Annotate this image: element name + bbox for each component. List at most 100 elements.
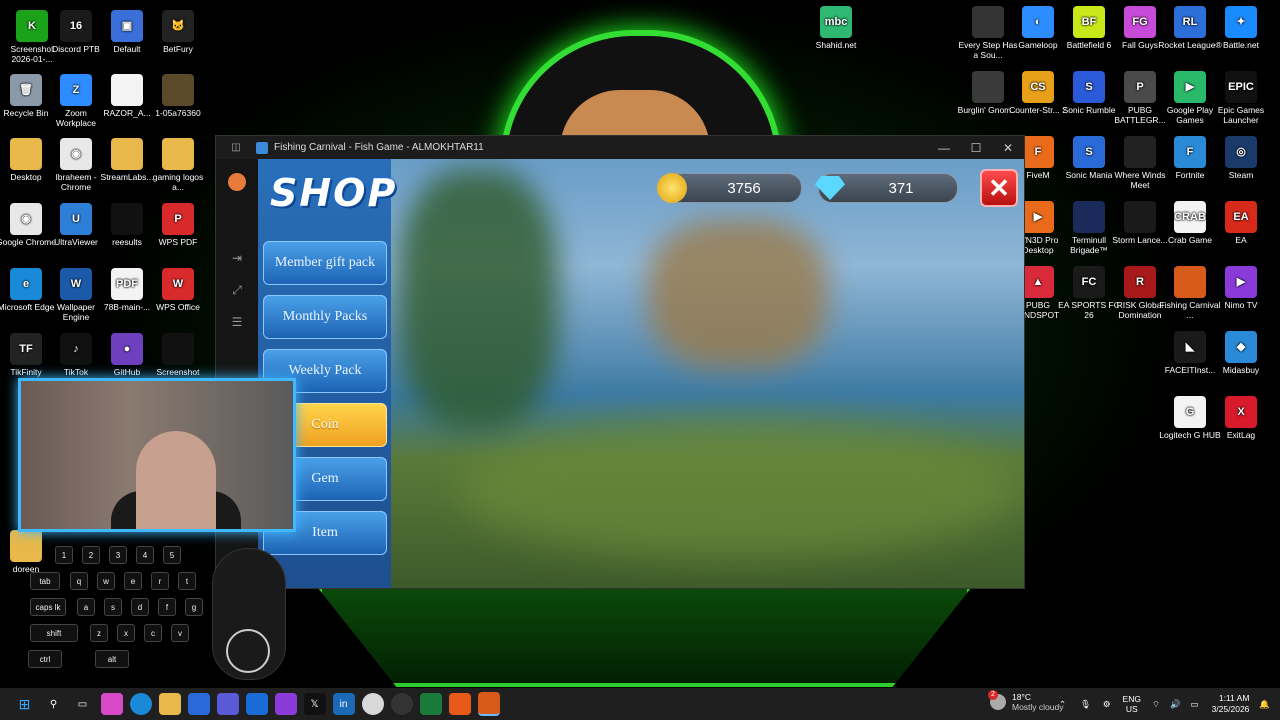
shortcut-label: Battle.net [1223, 40, 1259, 50]
app-shortcut-icon [10, 138, 42, 170]
task-view-icon[interactable]: ▭ [72, 693, 94, 715]
app-shortcut-icon: R [1124, 266, 1156, 298]
edge-icon[interactable] [129, 693, 152, 715]
app-shortcut-icon: G [1174, 396, 1206, 428]
chevron-up-icon[interactable]: ⌃ [1059, 699, 1066, 710]
store-icon[interactable] [187, 693, 210, 715]
left-icon-15[interactable]: P WPS PDF [146, 203, 210, 247]
close-button[interactable]: ✕ [992, 141, 1024, 155]
background-tree [398, 169, 558, 429]
start-icon[interactable]: ⊞ [14, 693, 36, 715]
game-viewport[interactable]: SHOP Member gift pack Monthly Packs Weekly… [258, 159, 1024, 588]
shop-close-button[interactable]: ✕ [980, 169, 1018, 207]
search-icon[interactable]: ⚲ [43, 693, 65, 715]
shop-tab-monthly-packs[interactable]: Monthly Packs [263, 295, 387, 339]
app-shortcut-icon: e [10, 268, 42, 300]
chrome-icon[interactable] [361, 693, 384, 715]
outlook-icon[interactable] [245, 693, 268, 715]
brave-icon[interactable] [448, 693, 471, 715]
mic-icon[interactable]: 🎙 [1080, 699, 1091, 710]
shortcut-label: WPS PDF [158, 237, 198, 247]
left-icon-23[interactable]: Screenshot [146, 333, 210, 377]
linkedin-icon[interactable]: in [332, 693, 355, 715]
app-shortcut-icon [162, 74, 194, 106]
key-d: d [131, 598, 149, 616]
right-icon-22[interactable]: EA EA [1209, 201, 1273, 245]
app-shortcut-icon: BF [1073, 6, 1105, 38]
system-tray: ⌃ 🎙 ⚙ ENG US ⌔ 🔊 ▭ 1:11 AM 3/25/2026 🔔 [1051, 688, 1272, 720]
background-shore [458, 419, 1018, 559]
app-shortcut-icon: F [1174, 136, 1206, 168]
window-titlebar[interactable]: ◫ Fishing Carnival - Fish Game - ALMOKHT… [216, 136, 1024, 159]
app-shortcut-icon: CS [1022, 71, 1054, 103]
left-icon-19[interactable]: W WPS Office [146, 268, 210, 312]
app-shortcut-icon [111, 138, 143, 170]
gem-value: 371 [888, 179, 914, 197]
shortcut-label: BetFury [163, 44, 193, 54]
gem-icon [815, 176, 845, 200]
left-icon-7[interactable]: 1-05a76360 [146, 74, 210, 118]
app-shortcut-icon: S [1073, 136, 1105, 168]
sidebar-toggle-icon[interactable]: ◫ [216, 142, 256, 153]
maximize-button[interactable]: ☐ [960, 141, 992, 155]
app-shortcut-icon: P [162, 203, 194, 235]
right-icon-0[interactable]: mbc Shahid.net [804, 6, 868, 50]
copilot-icon[interactable] [100, 693, 123, 715]
avatar-icon[interactable] [228, 173, 246, 191]
gem-balance: 371 [815, 173, 958, 203]
volume-icon[interactable]: 🔊 [1170, 699, 1181, 710]
weather-icon: 2 [988, 690, 1006, 710]
app-shortcut-icon: FC [1073, 266, 1105, 298]
language-indicator[interactable]: ENG US [1123, 694, 1141, 714]
fullscreen-icon[interactable]: ⤢ [228, 283, 246, 301]
app-shortcut-icon: TF [10, 333, 42, 365]
shortcut-label: ExitLag [1226, 430, 1256, 440]
right-icon-29[interactable]: ◆ Midasbuy [1209, 331, 1273, 375]
app-shortcut-icon [1124, 136, 1156, 168]
left-icon-3[interactable]: 🐱 BetFury [146, 10, 210, 54]
clock[interactable]: 1:11 AM 3/25/2026 [1212, 693, 1250, 715]
app-shortcut-icon: ◆ [1225, 331, 1257, 363]
shop-tab-member-gift-pack[interactable]: Member gift pack [263, 241, 387, 285]
shortcut-label: gaming logos a... [152, 172, 204, 192]
app-shortcut-icon [972, 6, 1004, 38]
notification-bell-icon[interactable]: 🔔 [1259, 699, 1270, 710]
app-shortcut-icon [1073, 201, 1105, 233]
x-icon[interactable]: 𝕏 [303, 693, 326, 715]
left-icon-11[interactable]: gaming logos a... [146, 138, 210, 192]
minimize-button[interactable]: — [928, 141, 960, 155]
twitch-icon[interactable] [274, 693, 297, 715]
excel-icon[interactable] [419, 693, 442, 715]
shortcut-label: Screenshot [156, 367, 200, 377]
key-t: t [178, 572, 196, 590]
battery-icon[interactable]: ▭ [1191, 699, 1199, 710]
right-icon-31[interactable]: X ExitLag [1209, 396, 1273, 440]
file-explorer-icon[interactable] [158, 693, 181, 715]
key-shift: shift [30, 624, 78, 642]
settings-sliders-icon[interactable]: ☰ [228, 315, 246, 333]
github-desktop-icon[interactable] [390, 693, 413, 715]
wifi-icon[interactable]: ⌔ [1152, 699, 1160, 710]
right-icon-27[interactable]: ▶ Nimo TV [1209, 266, 1273, 310]
app-shortcut-icon: ◐ [1022, 6, 1054, 38]
key-1: 1 [55, 546, 73, 564]
right-icon-17[interactable]: ◎ Steam [1209, 136, 1273, 180]
app-shortcut-icon: W [162, 268, 194, 300]
shortcut-label: WPS Office [156, 302, 200, 312]
app-shortcut-icon: PDF [111, 268, 143, 300]
right-icon-6[interactable]: ✦ Battle.net [1209, 6, 1273, 50]
window-title: Fishing Carnival - Fish Game - ALMOKHTAR… [274, 142, 484, 153]
network-icon[interactable]: ⚙ [1103, 699, 1111, 710]
fishing-carnival-icon[interactable] [477, 692, 500, 716]
app-shortcut-icon: ◣ [1174, 331, 1206, 363]
key-alt: alt [95, 650, 129, 668]
webcam-overlay [18, 378, 296, 532]
key-4: 4 [136, 546, 154, 564]
login-icon[interactable]: ⇥ [228, 251, 246, 269]
app-shortcut-icon: W [60, 268, 92, 300]
key-caps-lk: caps lk [30, 598, 66, 616]
streamer-head [136, 431, 216, 529]
teams-icon[interactable] [216, 693, 239, 715]
app-shortcut-icon: RL [1174, 6, 1206, 38]
right-icon-12[interactable]: EPIC Epic Games Launcher [1209, 71, 1273, 125]
